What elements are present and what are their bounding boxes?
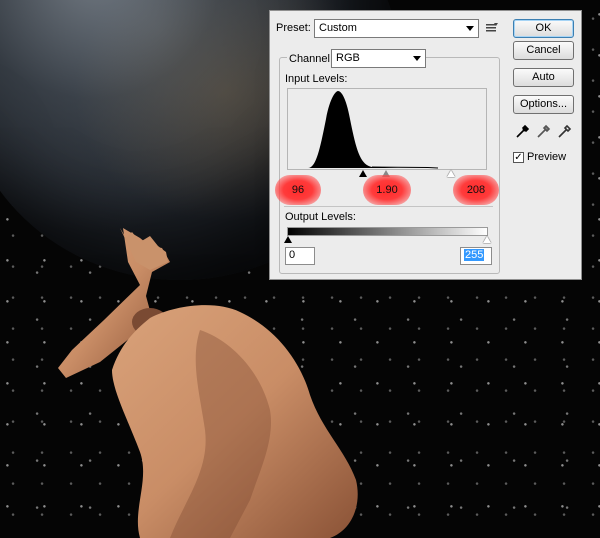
preview-label: Preview [527,151,567,163]
output-levels-label: Output Levels: [285,211,356,223]
ok-button[interactable]: OK [513,19,574,38]
preset-dropdown[interactable]: Custom [314,19,479,38]
input-white-slider[interactable] [447,170,455,177]
black-eyedropper-icon[interactable] [516,124,530,138]
gray-eyedropper-icon[interactable] [537,124,551,138]
input-gamma-value[interactable]: 1.90 [363,175,411,205]
channel-dropdown[interactable]: RGB [331,49,426,68]
input-white-value[interactable]: 208 [453,175,499,205]
preset-menu-icon[interactable] [486,23,498,33]
input-black-value[interactable]: 96 [275,175,321,205]
histogram [287,88,487,170]
output-black-slider[interactable] [284,236,292,243]
options-button[interactable]: Options... [513,95,574,114]
white-eyedropper-icon[interactable] [558,124,572,138]
input-levels-label: Input Levels: [285,73,348,85]
preset-label: Preset: [276,22,311,34]
output-white-slider[interactable] [483,236,491,243]
output-white-field[interactable]: 255 [460,247,492,265]
output-white-value: 255 [464,249,485,261]
auto-button[interactable]: Auto [513,68,574,87]
output-black-field[interactable]: 0 [285,247,315,265]
cancel-button[interactable]: Cancel [513,41,574,60]
divider [284,206,493,207]
preview-checkbox[interactable]: ✓ [513,152,524,163]
channel-label: Channel: [287,53,336,65]
input-black-slider[interactable] [359,170,367,177]
output-gradient-bar [287,227,488,236]
